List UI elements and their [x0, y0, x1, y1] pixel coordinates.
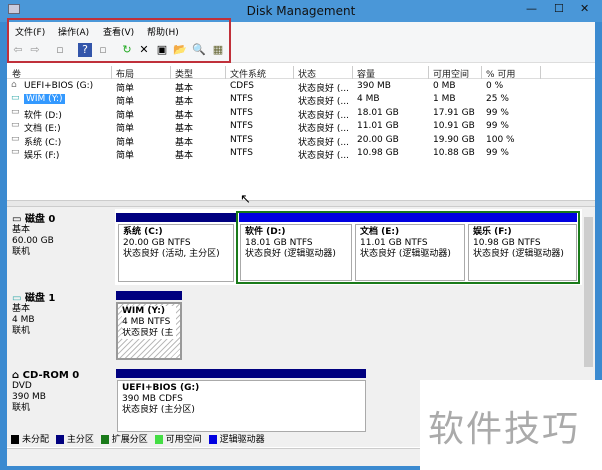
- drive-icon: ▭: [11, 147, 20, 157]
- partition-d[interactable]: 软件 (D:) 18.01 GB NTFS 状态良好 (逻辑驱动器): [240, 224, 352, 281]
- volume-cell: 20.00 GB: [357, 134, 399, 145]
- mouse-cursor-icon: ↖: [240, 192, 251, 207]
- volume-cell: 状态良好 (...: [298, 84, 349, 94]
- volume-cell: 简单: [116, 110, 135, 121]
- watermark: 软件技巧: [428, 409, 581, 450]
- volume-cell: NTFS: [230, 121, 253, 132]
- volume-name[interactable]: 软件 (D:): [24, 108, 62, 121]
- volume-cell: 99 %: [486, 107, 509, 118]
- partition-c[interactable]: 系统 (C:) 20.00 GB NTFS 状态良好 (活动, 主分区): [118, 224, 234, 282]
- volume-cell: 基本: [175, 84, 194, 94]
- drive-icon: ▭: [11, 93, 20, 104]
- volume-cell: 11.01 GB: [357, 121, 399, 132]
- volume-cell: 简单: [116, 137, 135, 148]
- disk-1-label[interactable]: ▭ 磁盘 1 基本 4 MB 联机: [12, 293, 55, 337]
- volume-cell: 19.90 GB: [433, 134, 475, 145]
- volume-cell: 25 %: [486, 94, 509, 105]
- volume-cell: NTFS: [230, 107, 253, 118]
- disk-icon: ▭: [12, 293, 25, 304]
- window-title: Disk Management: [246, 4, 356, 18]
- volume-name[interactable]: 系统 (C:): [24, 135, 61, 148]
- volume-cell: 10.88 GB: [433, 148, 475, 158]
- volume-cell: 10.98 GB: [357, 148, 399, 158]
- volume-cell: 简单: [116, 151, 135, 161]
- volume-cell: 17.91 GB: [433, 107, 475, 118]
- volume-cell: 状态良好 (...: [298, 110, 349, 121]
- cdrom-icon: ⌂: [11, 80, 17, 90]
- volume-cell: 390 MB: [357, 81, 391, 91]
- volume-cell: 100 %: [486, 134, 515, 145]
- volume-cell: NTFS: [230, 94, 253, 105]
- volume-cell: 状态良好 (...: [298, 124, 349, 135]
- partition-f[interactable]: 娱乐 (F:) 10.98 GB NTFS 状态良好 (逻辑驱动器): [468, 224, 577, 281]
- volume-cell: 简单: [116, 97, 135, 108]
- splitter[interactable]: [7, 200, 595, 207]
- volume-cell: CDFS: [230, 81, 254, 91]
- volume-cell: 状态良好 (...: [298, 151, 349, 161]
- volume-cell: 基本: [175, 124, 194, 135]
- logical-bar: [239, 213, 577, 222]
- col-filesystem[interactable]: 文件系统: [230, 67, 266, 80]
- drive-icon: ▭: [11, 133, 20, 144]
- volume-cell: 0 MB: [433, 81, 456, 91]
- volume-cell: 基本: [175, 110, 194, 121]
- volume-cell: 99 %: [486, 148, 509, 158]
- volume-cell: 0 %: [486, 81, 504, 91]
- drive-icon: ▭: [11, 106, 20, 117]
- volume-cell: 99 %: [486, 121, 509, 132]
- disk-icon: ▭: [12, 214, 25, 225]
- volume-cell: 4 MB: [357, 94, 380, 105]
- volume-cell: 状态良好 (...: [298, 137, 349, 148]
- volume-name[interactable]: UEFI+BIOS (G:): [24, 81, 93, 91]
- partition-y[interactable]: WIM (Y:) 4 MB NTFS 状态良好 (主: [116, 302, 182, 360]
- maximize-button[interactable]: ☐: [554, 2, 564, 15]
- volume-cell: 状态良好 (...: [298, 97, 349, 108]
- volume-cell: NTFS: [230, 134, 253, 145]
- col-layout[interactable]: 布局: [116, 67, 134, 80]
- volume-cell: 基本: [175, 137, 194, 148]
- minimize-button[interactable]: —: [526, 2, 537, 15]
- volume-cell: 18.01 GB: [357, 107, 399, 118]
- volume-cell: 1 MB: [433, 94, 456, 105]
- volume-cell: 10.91 GB: [433, 121, 475, 132]
- volume-cell: 简单: [116, 84, 135, 94]
- close-button[interactable]: ✕: [580, 2, 589, 15]
- volume-cell: 基本: [175, 151, 194, 161]
- primary-bar: [116, 369, 366, 378]
- col-type[interactable]: 类型: [175, 67, 193, 80]
- col-status[interactable]: 状态: [298, 67, 316, 80]
- primary-bar: [116, 291, 182, 300]
- cdrom-icon: ⌂: [12, 370, 23, 381]
- volume-cell: 基本: [175, 97, 194, 108]
- col-capacity[interactable]: 容量: [357, 67, 375, 80]
- volume-name[interactable]: 娱乐 (F:): [24, 148, 59, 161]
- partition-g[interactable]: UEFI+BIOS (G:) 390 MB CDFS 状态良好 (主分区): [117, 380, 366, 432]
- disk-0-label[interactable]: ▭ 磁盘 0 基本 60.00 GB 联机: [12, 214, 55, 258]
- volume-cell: NTFS: [230, 148, 253, 158]
- volume-name[interactable]: WIM (Y:): [24, 94, 65, 105]
- col-volume[interactable]: 卷: [12, 67, 21, 80]
- col-percent-free[interactable]: % 可用: [486, 67, 515, 80]
- col-free[interactable]: 可用空间: [433, 67, 469, 80]
- drive-icon: ▭: [11, 120, 20, 131]
- volume-cell: 简单: [116, 124, 135, 135]
- partition-e[interactable]: 文档 (E:) 11.01 GB NTFS 状态良好 (逻辑驱动器): [355, 224, 465, 281]
- highlight-box: [7, 18, 231, 63]
- cdrom-0-label[interactable]: ⌂ CD-ROM 0 DVD 390 MB 联机: [12, 370, 79, 414]
- primary-bar: [116, 213, 236, 222]
- volume-name[interactable]: 文档 (E:): [24, 121, 61, 134]
